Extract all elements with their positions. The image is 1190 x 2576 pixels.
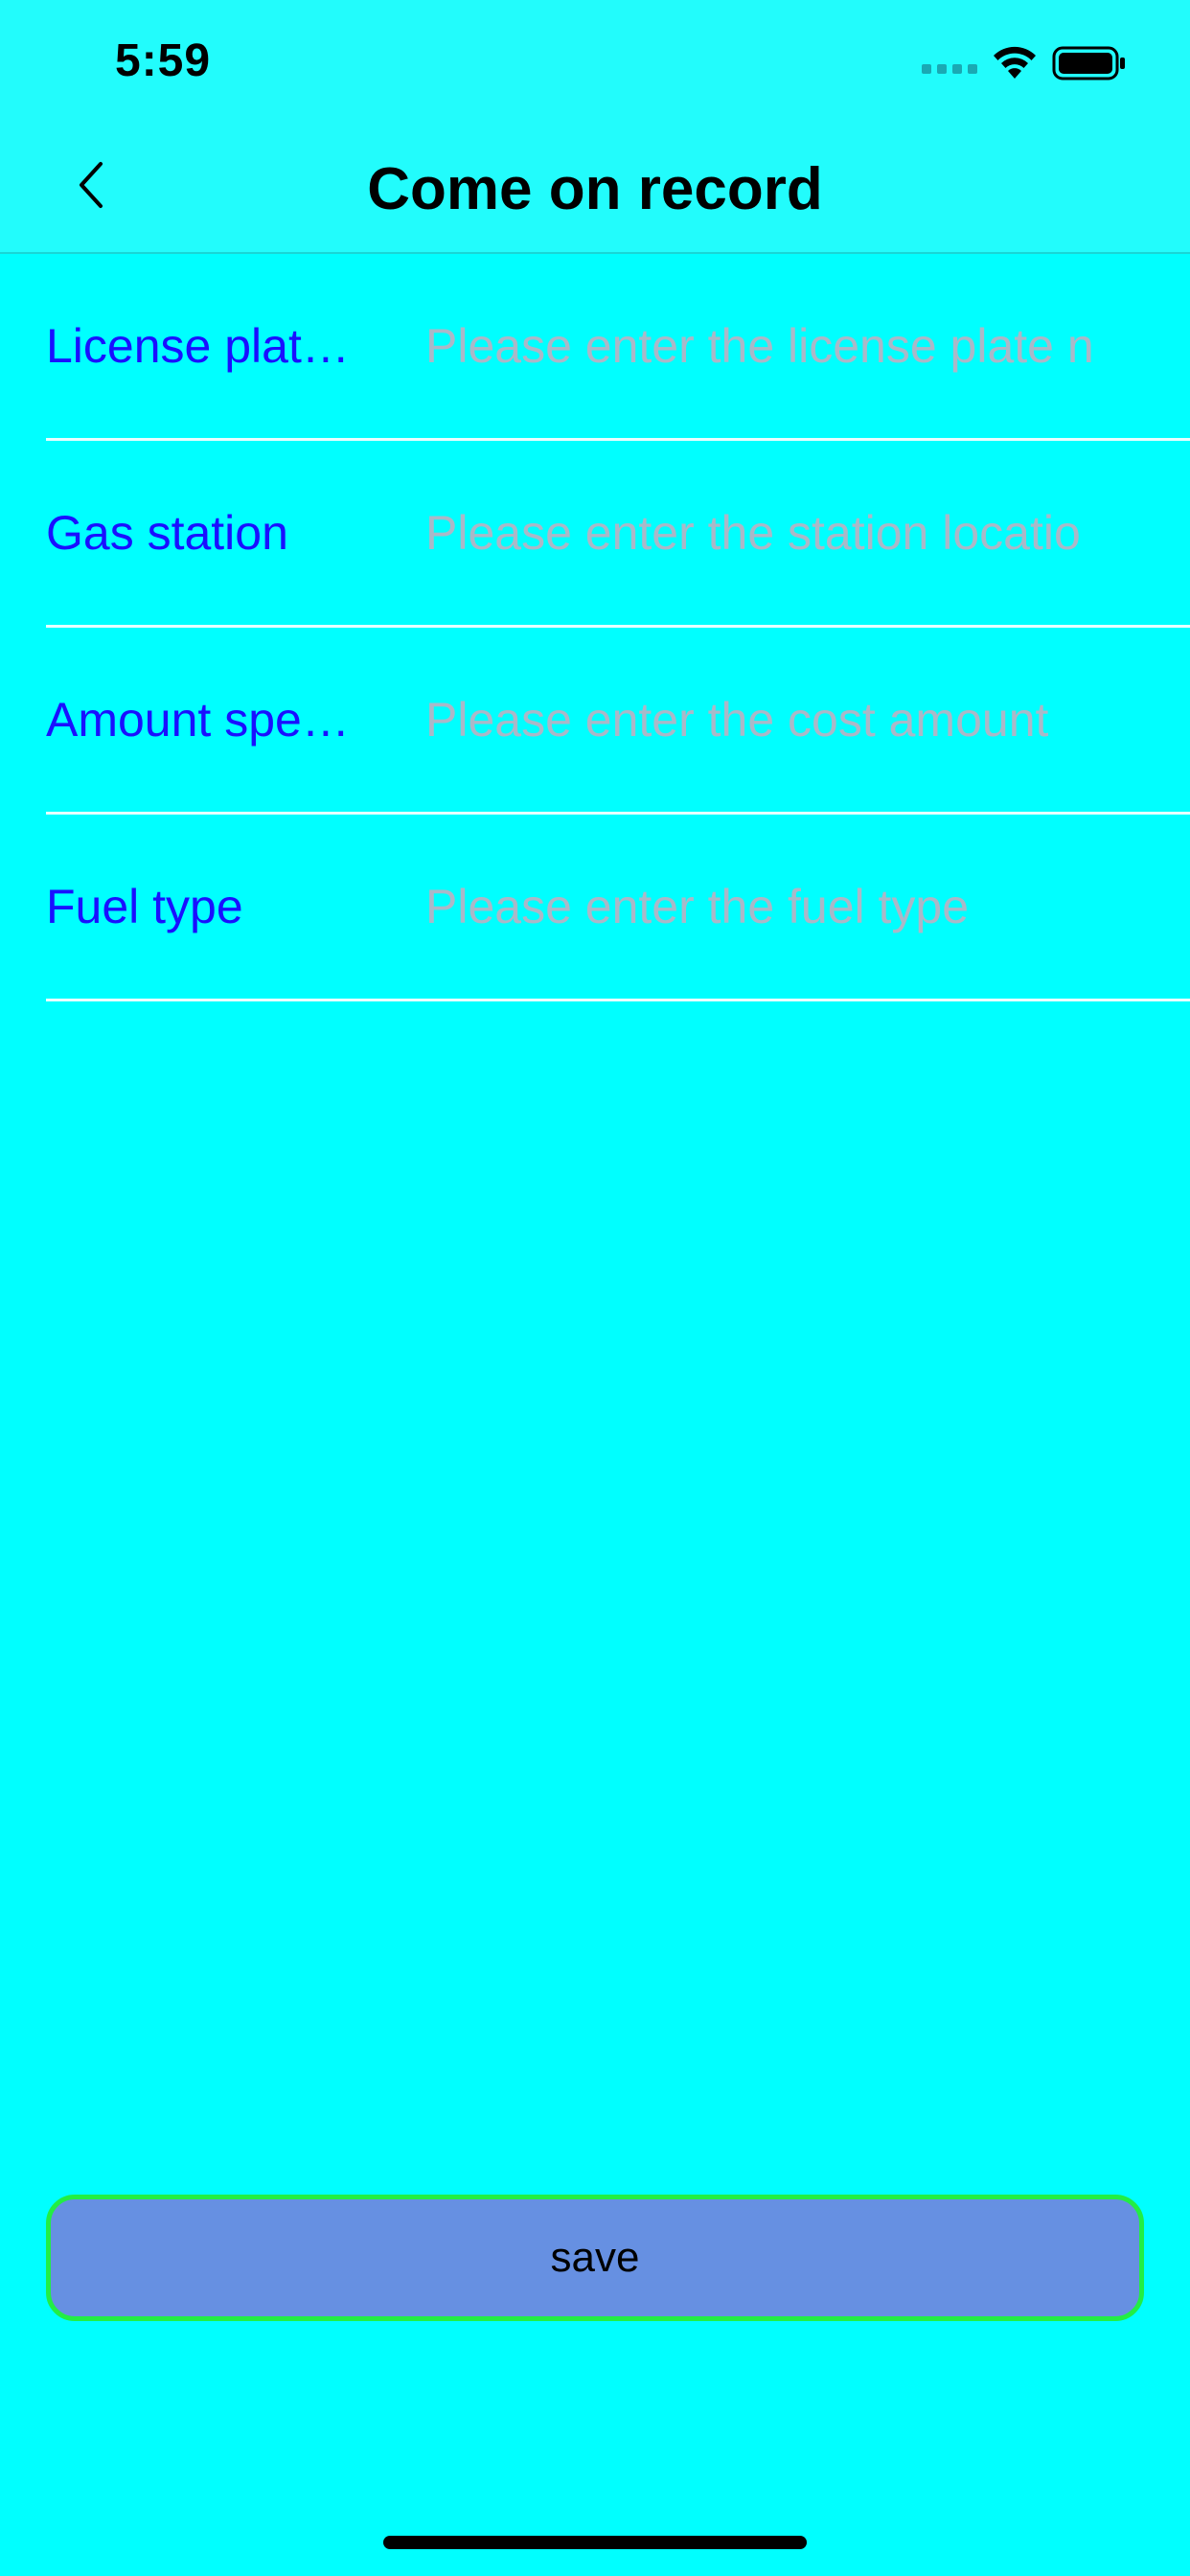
battery-icon bbox=[1052, 45, 1127, 81]
record-form: License plat… Gas station Amount spe… Fu… bbox=[0, 254, 1190, 1001]
form-row-fuel-type: Fuel type bbox=[46, 815, 1190, 1001]
status-time: 5:59 bbox=[115, 35, 212, 86]
amount-spent-label: Amount spe… bbox=[46, 693, 350, 747]
wifi-icon bbox=[991, 45, 1039, 81]
gas-station-input[interactable] bbox=[425, 441, 1190, 625]
gas-station-label: Gas station bbox=[46, 506, 288, 560]
license-plate-label: License plat… bbox=[46, 319, 350, 373]
form-row-amount-spent: Amount spe… bbox=[46, 628, 1190, 815]
screen: 5:59 Come on record License plat… Please… bbox=[0, 0, 1190, 2576]
form-row-gas-station: Gas station bbox=[46, 441, 1190, 628]
license-plate-input[interactable] bbox=[425, 254, 1190, 438]
amount-spent-input[interactable] bbox=[425, 628, 1190, 812]
fuel-type-label: Fuel type bbox=[46, 880, 243, 933]
fuel-type-input[interactable] bbox=[425, 815, 1190, 999]
header: 5:59 Come on record bbox=[0, 0, 1190, 254]
home-indicator[interactable] bbox=[383, 2536, 807, 2549]
form-row-license-plate: License plat… bbox=[46, 254, 1190, 441]
status-icons bbox=[922, 44, 1127, 82]
page-title: Come on record bbox=[367, 156, 823, 222]
cellular-signal-icon bbox=[922, 64, 977, 74]
save-button[interactable]: save bbox=[46, 2195, 1144, 2321]
